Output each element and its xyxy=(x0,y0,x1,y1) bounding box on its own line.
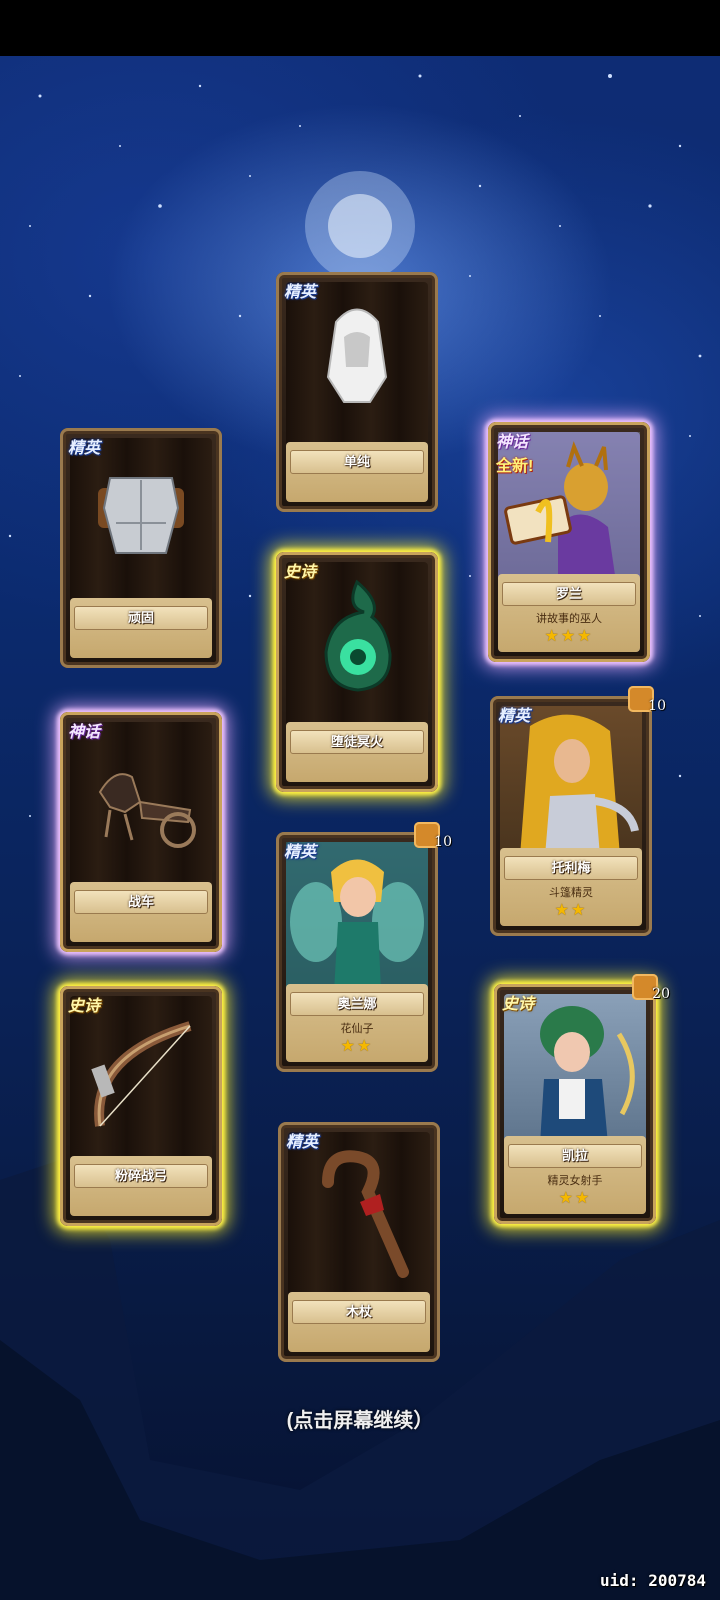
rarity-tag: 精英 xyxy=(284,844,317,861)
flower-fairy-portrait xyxy=(286,842,428,992)
white-hood-icon xyxy=(326,308,388,403)
card-plate: 凯拉 精灵女射手 ★★ xyxy=(504,1136,646,1214)
rarity-tag: 史诗 xyxy=(502,996,535,1013)
cloaked-elf-portrait xyxy=(520,714,639,856)
card-plate: 粉碎战弓 xyxy=(70,1156,212,1216)
rarity-tag: 神话 xyxy=(496,434,529,451)
reward-card-fairy[interactable]: 精英 10 奥兰娜 花仙子 ★★ xyxy=(276,822,452,1072)
card-subtitle: 斗篷精灵 xyxy=(549,887,593,899)
rarity-tag: 史诗 xyxy=(284,564,317,581)
rarity-tag: 史诗 xyxy=(68,998,101,1015)
tap-to-continue-hint[interactable]: (点击屏幕继续） xyxy=(0,1404,720,1433)
reward-card-myth-hero[interactable]: 神话 全新! 罗兰 讲故事的巫人 ★★★ xyxy=(488,422,650,662)
card-name: 粉碎战弓 xyxy=(74,1164,208,1188)
user-id-label: uid: 200784 xyxy=(600,1571,706,1590)
rarity-tag: 精英 xyxy=(68,440,101,457)
star-rating: ★★ xyxy=(554,902,588,919)
rarity-tag: 精英 xyxy=(498,708,531,725)
rarity-tag: 精英 xyxy=(286,1134,319,1151)
card-subtitle: 精灵女射手 xyxy=(547,1175,603,1187)
card-name: 战车 xyxy=(74,890,208,914)
card-plate: 奥兰娜 花仙子 ★★ xyxy=(286,984,428,1062)
reward-card-armor[interactable]: 精英 顽固 xyxy=(60,428,222,668)
star-rating: ★★ xyxy=(340,1038,374,1055)
card-name: 罗兰 xyxy=(502,582,636,606)
puzzle-piece-badge: 10 xyxy=(414,822,452,852)
card-name: 单纯 xyxy=(290,450,424,474)
card-subtitle: 讲故事的巫人 xyxy=(536,613,602,625)
star-rating: ★★ xyxy=(558,1190,592,1207)
card-plate: 罗兰 讲故事的巫人 ★★★ xyxy=(498,574,640,652)
fragment-count: 10 xyxy=(434,834,452,850)
rarity-tag: 神话 xyxy=(68,724,101,741)
new-badge: 全新! xyxy=(496,458,534,475)
puzzle-piece-badge: 10 xyxy=(628,686,666,716)
card-name: 木杖 xyxy=(292,1300,426,1324)
war-bow-icon xyxy=(91,1021,192,1127)
card-name: 凯拉 xyxy=(508,1144,642,1168)
card-plate: 木杖 xyxy=(288,1292,430,1352)
elf-archer-portrait xyxy=(540,1006,635,1144)
fragment-count: 10 xyxy=(648,698,666,714)
card-name: 托利梅 xyxy=(504,856,638,880)
card-plate: 战车 xyxy=(70,882,212,942)
reward-scene[interactable]: 精英 单纯 精英 顽固 神话 全新! 罗兰 讲故事的巫人 ★★★ 史诗 堕徒冥火… xyxy=(0,56,720,1600)
reward-card-rogue-elf[interactable]: 精英 10 托利梅 斗篷精灵 ★★ xyxy=(490,686,666,936)
reward-card-hood[interactable]: 精英 单纯 xyxy=(276,272,438,512)
card-name: 顽固 xyxy=(74,606,208,630)
reward-card-bow[interactable]: 史诗 粉碎战弓 xyxy=(60,986,222,1226)
steel-armor-icon xyxy=(98,477,184,554)
fragment-count: 20 xyxy=(652,986,670,1002)
reward-card-flame[interactable]: 史诗 堕徒冥火 xyxy=(276,552,438,792)
card-subtitle: 花仙子 xyxy=(340,1023,374,1035)
card-name: 奥兰娜 xyxy=(290,992,424,1016)
wooden-staff-icon xyxy=(322,1150,409,1278)
green-ghostfire-icon xyxy=(324,579,392,692)
chariot-icon xyxy=(98,773,196,848)
card-plate: 堕徒冥火 xyxy=(286,722,428,782)
card-plate: 托利梅 斗篷精灵 ★★ xyxy=(500,848,642,926)
reward-card-elf-archer[interactable]: 史诗 20 凯拉 精灵女射手 ★★ xyxy=(494,974,670,1224)
card-name: 堕徒冥火 xyxy=(290,730,424,754)
rarity-tag: 精英 xyxy=(284,284,317,301)
reward-card-staff[interactable]: 精英 木杖 xyxy=(278,1122,440,1362)
reward-card-chariot[interactable]: 神话 战车 xyxy=(60,712,222,952)
star-rating: ★★★ xyxy=(544,628,594,645)
card-plate: 顽固 xyxy=(70,598,212,658)
card-plate: 单纯 xyxy=(286,442,428,502)
puzzle-piece-badge: 20 xyxy=(632,974,670,1004)
status-bar xyxy=(0,0,720,56)
